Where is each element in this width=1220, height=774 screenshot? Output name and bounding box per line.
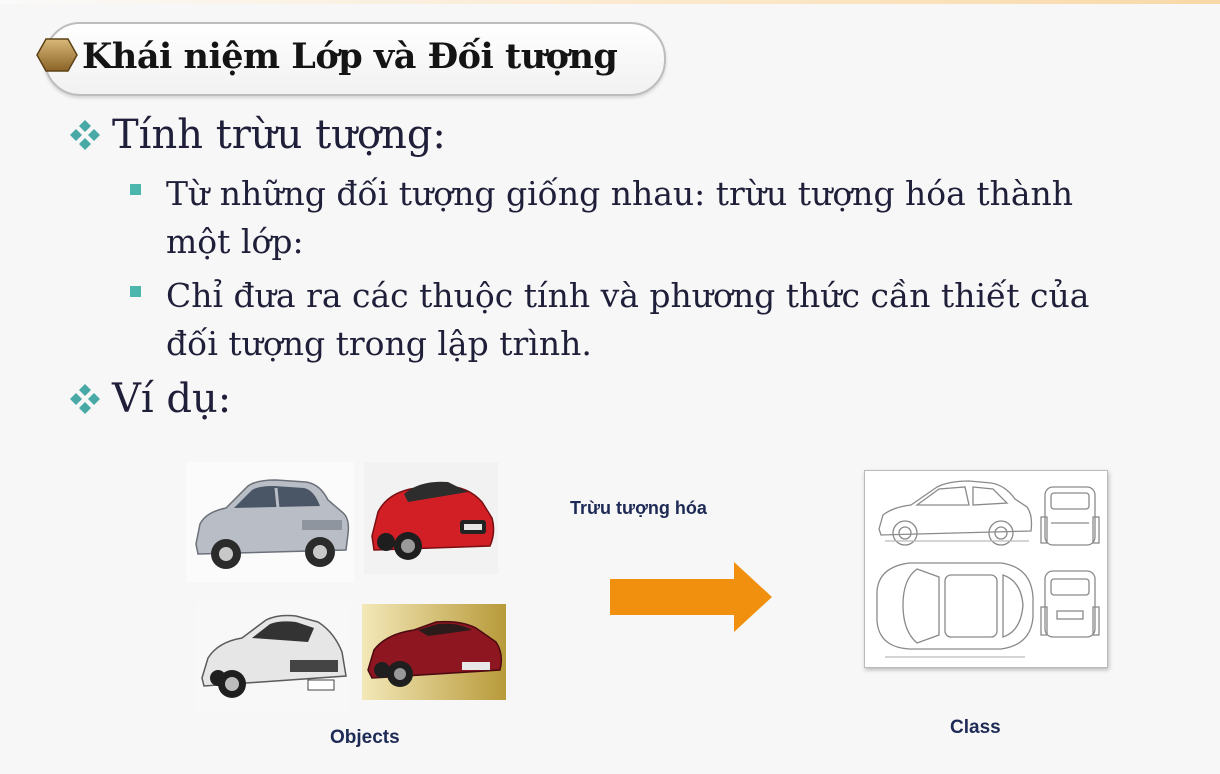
- silver-sedan-photo: [186, 462, 354, 582]
- bullet-example-text: Ví dụ:: [112, 376, 232, 422]
- square-bullet-icon: [130, 286, 141, 297]
- right-arrow-icon: [610, 562, 772, 632]
- sub-bullet-2: Chỉ đưa ra các thuộc tính và phương thức…: [130, 272, 1170, 368]
- bullet-abstraction: Tính trừu tượng:: [68, 112, 446, 158]
- class-caption: Class: [950, 717, 1001, 738]
- top-accent-bar: [0, 0, 1220, 4]
- bullet-abstraction-text: Tính trừu tượng:: [112, 112, 446, 158]
- sub-bullet-2-line2: đối tượng trong lập trình.: [166, 324, 592, 363]
- car-blueprint-image: [864, 470, 1108, 668]
- sub-bullet-1: Từ những đối tượng giống nhau: trừu tượn…: [130, 170, 1170, 266]
- diamond-bullet-icon: [70, 120, 100, 150]
- objects-caption: Objects: [330, 727, 400, 748]
- sub-bullet-1-line1: Từ những đối tượng giống nhau: trừu tượn…: [166, 174, 1074, 213]
- sub-bullet-1-line2: một lớp:: [166, 222, 304, 261]
- bullet-example: Ví dụ:: [68, 376, 231, 422]
- arrow-label: Trừu tượng hóa: [570, 498, 707, 518]
- hexagon-icon: [36, 38, 78, 72]
- dark-red-coupe-photo: [362, 604, 506, 700]
- square-bullet-icon: [130, 184, 141, 195]
- red-sports-car-photo: [364, 462, 498, 574]
- white-sports-car-photo: [196, 602, 350, 712]
- diamond-bullet-icon: [70, 384, 100, 414]
- slide-title: Khái niệm Lớp và Đối tượng: [82, 36, 618, 77]
- sub-bullet-2-line1: Chỉ đưa ra các thuộc tính và phương thức…: [166, 276, 1090, 315]
